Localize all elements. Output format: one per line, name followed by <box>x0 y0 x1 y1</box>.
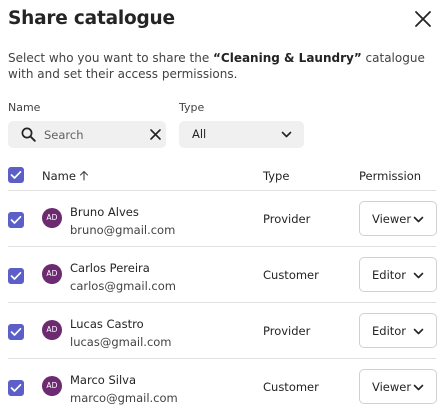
checkmark-icon <box>10 327 22 336</box>
clear-icon[interactable] <box>149 128 162 141</box>
row-checkbox[interactable] <box>8 324 24 340</box>
checkmark-icon <box>10 271 22 280</box>
search-input[interactable] <box>44 125 134 144</box>
name-filter-label: Name <box>8 101 41 114</box>
person-email: marco@gmail.com <box>70 391 178 405</box>
person-type: Customer <box>263 380 319 394</box>
permission-value: Editor <box>372 324 407 338</box>
permission-dropdown[interactable]: Editor <box>359 257 437 292</box>
search-icon <box>21 127 36 142</box>
checkmark-icon <box>10 383 22 392</box>
row-checkbox[interactable] <box>8 212 24 228</box>
column-header-type: Type <box>263 169 290 183</box>
dialog-header: Share catalogue <box>8 6 440 32</box>
chevron-down-icon <box>413 328 424 335</box>
person-type: Provider <box>263 212 311 226</box>
person-email: carlos@gmail.com <box>70 279 176 293</box>
avatar: AD <box>42 376 62 396</box>
row-checkbox[interactable] <box>8 380 24 396</box>
permission-value: Viewer <box>372 380 412 394</box>
close-icon <box>415 11 431 27</box>
close-button[interactable] <box>412 8 434 30</box>
table-row: AD Carlos Pereira carlos@gmail.com Custo… <box>0 247 448 303</box>
type-select-value: All <box>192 127 207 141</box>
dialog-title: Share catalogue <box>8 8 175 29</box>
chevron-down-icon <box>413 216 424 223</box>
person-name: Lucas Castro <box>70 317 144 331</box>
type-filter-label: Type <box>179 101 205 114</box>
person-name: Carlos Pereira <box>70 261 150 275</box>
permission-value: Editor <box>372 268 407 282</box>
type-select[interactable]: All <box>179 121 304 148</box>
dialog-description: Select who you want to share the “Cleani… <box>8 50 440 82</box>
catalogue-name: “Cleaning & Laundry” <box>213 51 362 65</box>
person-email: lucas@gmail.com <box>70 335 172 349</box>
checkmark-icon <box>10 170 22 179</box>
column-header-name[interactable]: Name <box>42 169 89 183</box>
table-row: AD Marco Silva marco@gmail.com Customer … <box>0 359 448 410</box>
permission-dropdown[interactable]: Viewer <box>359 201 437 236</box>
column-header-permission: Permission <box>359 169 422 183</box>
search-box <box>8 121 166 148</box>
chevron-down-icon <box>413 384 424 391</box>
person-type: Customer <box>263 268 319 282</box>
select-all-checkbox[interactable] <box>8 167 24 183</box>
permission-dropdown[interactable]: Viewer <box>359 369 437 404</box>
avatar: AD <box>42 208 62 228</box>
column-header-name-label: Name <box>42 169 76 183</box>
person-email: bruno@gmail.com <box>70 223 176 237</box>
person-type: Provider <box>263 324 311 338</box>
arrow-up-icon <box>79 170 88 181</box>
person-name: Marco Silva <box>70 373 137 387</box>
chevron-down-icon <box>281 131 292 138</box>
table-row: AD Lucas Castro lucas@gmail.com Provider… <box>0 303 448 359</box>
permission-value: Viewer <box>372 212 412 226</box>
avatar: AD <box>42 264 62 284</box>
table-row: AD Bruno Alves bruno@gmail.com Provider … <box>0 191 448 247</box>
avatar: AD <box>42 320 62 340</box>
checkmark-icon <box>10 215 22 224</box>
description-text-start: Select who you want to share the <box>8 51 214 65</box>
permission-dropdown[interactable]: Editor <box>359 313 437 348</box>
chevron-down-icon <box>413 272 424 279</box>
row-checkbox[interactable] <box>8 268 24 284</box>
person-name: Bruno Alves <box>70 205 139 219</box>
